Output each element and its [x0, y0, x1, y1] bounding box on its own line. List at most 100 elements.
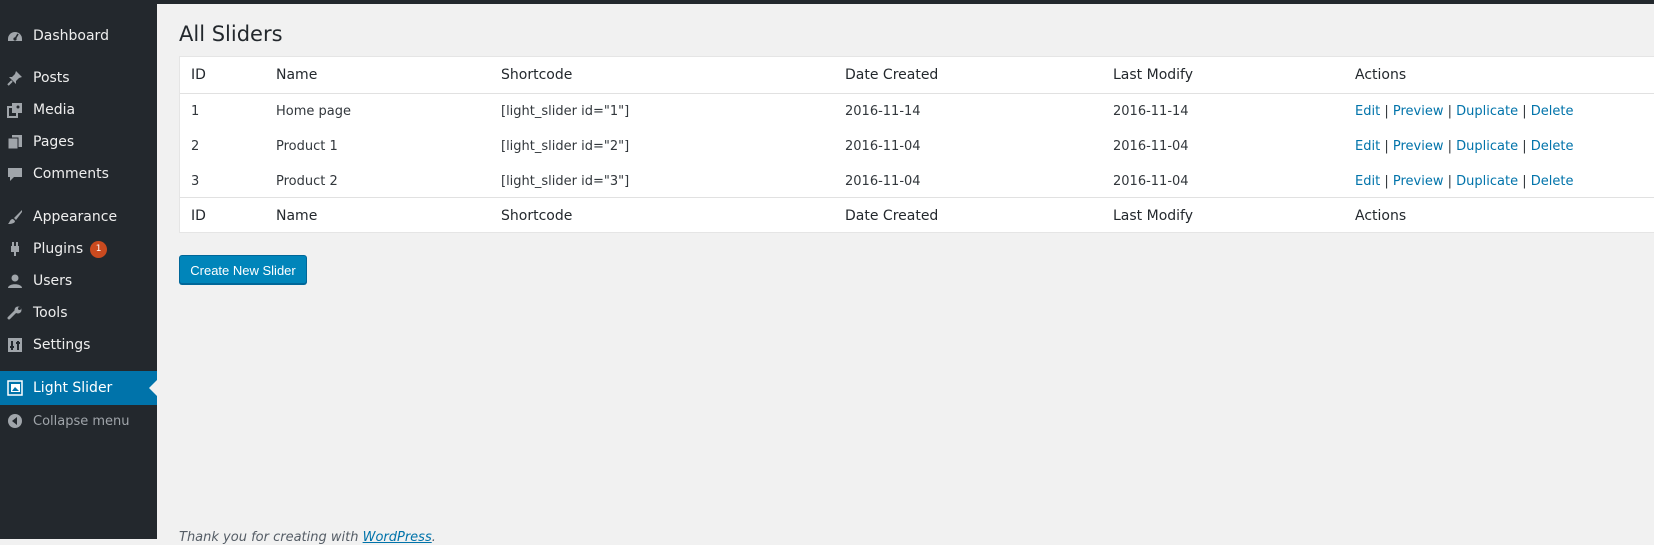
cell-date-created: 2016-11-04	[845, 139, 921, 154]
preview-link[interactable]: Preview	[1393, 174, 1444, 189]
cell-name: Product 2	[276, 174, 338, 189]
menu-item-settings[interactable]: Settings	[0, 328, 157, 362]
create-new-slider-button[interactable]: Create New Slider	[179, 255, 307, 284]
collapse-menu-label: Collapse menu	[33, 413, 130, 429]
menu-item-pages[interactable]: Pages	[0, 125, 157, 159]
pages-icon	[7, 134, 23, 150]
footer-credit: Thank you for creating with WordPress.	[179, 530, 436, 545]
dashboard-icon	[7, 28, 23, 44]
column-footer-id: ID	[191, 208, 206, 224]
footer-text: Thank you for creating with	[179, 530, 359, 545]
action-separator: |	[1384, 174, 1389, 189]
action-separator: |	[1447, 104, 1452, 119]
delete-link[interactable]: Delete	[1531, 174, 1574, 189]
menu-item-tools[interactable]: Tools	[0, 296, 157, 330]
edit-link[interactable]: Edit	[1355, 139, 1380, 154]
action-separator: |	[1522, 139, 1527, 154]
column-footer-shortcode: Shortcode	[501, 208, 573, 224]
cell-actions: Edit | Preview | Duplicate | Delete	[1355, 164, 1573, 199]
collapse-arrow-icon	[7, 413, 23, 429]
column-header-last-modify: Last Modify	[1113, 67, 1194, 83]
wordpress-link[interactable]: WordPress	[363, 530, 432, 545]
edit-link[interactable]: Edit	[1355, 174, 1380, 189]
menu-item-appearance[interactable]: Appearance	[0, 200, 157, 234]
menu-item-label: Light Slider	[33, 380, 113, 396]
table-row: 3 Product 2 [light_slider id="3"] 2016-1…	[180, 164, 1654, 199]
menu-item-label: Comments	[33, 166, 109, 182]
cell-actions: Edit | Preview | Duplicate | Delete	[1355, 129, 1573, 164]
column-footer-actions: Actions	[1355, 208, 1407, 224]
menu-item-dashboard[interactable]: Dashboard	[0, 19, 157, 53]
slider-icon	[7, 380, 23, 396]
admin-bar	[0, 0, 1654, 4]
column-header-id: ID	[191, 67, 206, 83]
duplicate-link[interactable]: Duplicate	[1456, 104, 1518, 119]
cell-id: 1	[191, 104, 200, 119]
action-separator: |	[1384, 139, 1389, 154]
user-icon	[7, 273, 23, 289]
cell-name: Product 1	[276, 139, 338, 154]
cell-last-modify: 2016-11-04	[1113, 139, 1189, 154]
sliders-table: ID Name Shortcode Date Created Last Modi…	[179, 56, 1654, 233]
cell-shortcode: [light_slider id="2"]	[501, 139, 630, 154]
menu-item-media[interactable]: Media	[0, 93, 157, 127]
menu-item-light-slider[interactable]: Light Slider	[0, 371, 157, 405]
column-header-date-created: Date Created	[845, 67, 939, 83]
cell-id: 2	[191, 139, 200, 154]
plugin-icon	[7, 241, 23, 257]
paintbrush-icon	[7, 209, 23, 225]
column-header-name: Name	[276, 67, 318, 83]
media-icon	[7, 102, 23, 118]
cell-date-created: 2016-11-04	[845, 174, 921, 189]
cell-shortcode: [light_slider id="1"]	[501, 104, 630, 119]
preview-link[interactable]: Preview	[1393, 139, 1444, 154]
cell-date-created: 2016-11-14	[845, 104, 921, 119]
column-footer-last-modify: Last Modify	[1113, 208, 1194, 224]
menu-item-plugins[interactable]: Plugins 1	[0, 232, 157, 266]
footer-suffix: .	[431, 530, 436, 545]
delete-link[interactable]: Delete	[1531, 104, 1574, 119]
page-title: All Sliders	[179, 22, 283, 46]
menu-item-label: Posts	[33, 70, 70, 86]
column-footer-name: Name	[276, 208, 318, 224]
delete-link[interactable]: Delete	[1531, 139, 1574, 154]
menu-item-label: Settings	[33, 337, 91, 353]
pushpin-icon	[7, 70, 23, 86]
menu-item-label: Media	[33, 102, 76, 118]
wrench-icon	[7, 305, 23, 321]
table-footer: ID Name Shortcode Date Created Last Modi…	[180, 197, 1654, 234]
collapse-menu-button[interactable]: Collapse menu	[0, 404, 157, 438]
duplicate-link[interactable]: Duplicate	[1456, 174, 1518, 189]
action-separator: |	[1447, 174, 1452, 189]
action-separator: |	[1447, 139, 1452, 154]
table-row: 1 Home page [light_slider id="1"] 2016-1…	[180, 94, 1654, 129]
column-footer-date-created: Date Created	[845, 208, 939, 224]
action-separator: |	[1384, 104, 1389, 119]
duplicate-link[interactable]: Duplicate	[1456, 139, 1518, 154]
column-header-shortcode: Shortcode	[501, 67, 573, 83]
edit-link[interactable]: Edit	[1355, 104, 1380, 119]
menu-item-label: Appearance	[33, 209, 118, 225]
action-separator: |	[1522, 104, 1527, 119]
menu-item-label: Users	[33, 273, 73, 289]
cell-actions: Edit | Preview | Duplicate | Delete	[1355, 94, 1573, 129]
menu-item-label: Plugins	[33, 241, 84, 257]
cell-shortcode: [light_slider id="3"]	[501, 174, 630, 189]
cell-name: Home page	[276, 104, 351, 119]
update-count-badge: 1	[90, 240, 108, 258]
admin-sidebar: Dashboard Posts Media Pages Comments App…	[0, 4, 157, 539]
cell-id: 3	[191, 174, 200, 189]
menu-item-label: Tools	[33, 305, 68, 321]
menu-item-users[interactable]: Users	[0, 264, 157, 298]
cell-last-modify: 2016-11-04	[1113, 174, 1189, 189]
cell-last-modify: 2016-11-14	[1113, 104, 1189, 119]
preview-link[interactable]: Preview	[1393, 104, 1444, 119]
menu-item-comments[interactable]: Comments	[0, 157, 157, 191]
action-separator: |	[1522, 174, 1527, 189]
column-header-actions: Actions	[1355, 67, 1407, 83]
settings-icon	[7, 337, 23, 353]
menu-item-label: Dashboard	[33, 28, 109, 44]
menu-item-posts[interactable]: Posts	[0, 61, 157, 95]
table-row: 2 Product 1 [light_slider id="2"] 2016-1…	[180, 129, 1654, 164]
menu-item-label: Pages	[33, 134, 75, 150]
